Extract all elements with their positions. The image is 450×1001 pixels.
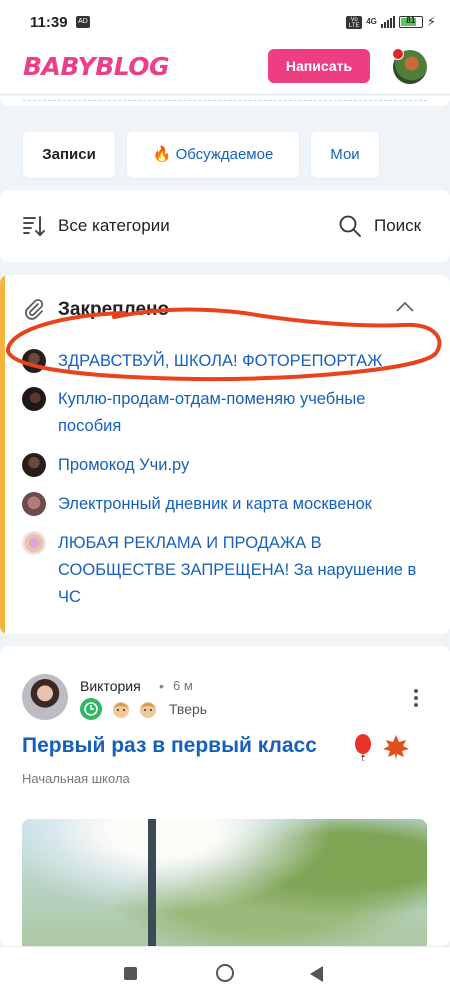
all-categories-button[interactable]: Все категории: [58, 216, 170, 236]
paperclip-icon: [25, 299, 44, 320]
volte-icon: Vo LTE: [346, 15, 363, 29]
more-options-icon[interactable]: [408, 686, 424, 710]
pinned-item-link[interactable]: Электронный дневник и карта москвенок: [58, 491, 432, 518]
child-badge-icon: [113, 702, 129, 718]
pinned-item-link[interactable]: Промокод Учи.ру: [58, 452, 432, 479]
author-name[interactable]: Виктория: [80, 678, 141, 694]
charging-icon: ⚡: [426, 14, 436, 29]
home-icon[interactable]: [216, 964, 234, 982]
post-image[interactable]: [22, 819, 427, 946]
author-city: Тверь: [169, 701, 208, 717]
tab-mine[interactable]: Мои: [311, 132, 379, 178]
clock-badge-icon: [80, 698, 102, 720]
signal-icon: [380, 16, 395, 28]
avatar: [22, 387, 46, 411]
write-button[interactable]: Написать: [268, 49, 370, 83]
recent-apps-icon[interactable]: [124, 967, 137, 980]
status-icons: Vo LTE 4G 81 ⚡: [346, 14, 436, 30]
pinned-title: Закреплено: [58, 299, 170, 320]
sort-icon[interactable]: [22, 214, 46, 238]
separator: •: [159, 678, 164, 694]
balloon-maple-leaf-icon: [355, 734, 409, 761]
post-card: Виктория • 6 м Тверь Первый раз в первый…: [0, 646, 450, 946]
filter-bar: Все категории Поиск: [0, 190, 450, 262]
search-icon[interactable]: [338, 214, 362, 238]
search-button[interactable]: Поиск: [374, 216, 421, 236]
post-category[interactable]: Начальная школа: [22, 771, 130, 786]
status-bar: 11:39 AD Vo LTE 4G 81 ⚡: [0, 0, 450, 46]
pinned-section: Закреплено ЗДРАВСТВУЙ, ШКОЛА! ФОТОРЕПОРТ…: [0, 275, 450, 634]
status-time: 11:39: [30, 14, 68, 31]
avatar: [22, 492, 46, 516]
pinned-item-link[interactable]: ЗДРАВСТВУЙ, ШКОЛА! ФОТОРЕПОРТАЖ: [58, 348, 432, 375]
avatar: [22, 453, 46, 477]
divider: [23, 100, 427, 101]
notification-icon: AD: [76, 16, 90, 28]
network-type: 4G: [366, 17, 377, 26]
author-avatar[interactable]: [22, 674, 68, 720]
fire-icon: 🔥: [152, 146, 172, 163]
post-title[interactable]: Первый раз в первый класс: [22, 734, 317, 758]
battery-level: 81: [406, 16, 416, 25]
pinned-item-link[interactable]: ЛЮБАЯ РЕКЛАМА И ПРОДАЖА В СООБЩЕСТВЕ ЗАП…: [58, 530, 432, 611]
top-strip: [0, 96, 450, 106]
notification-dot: [392, 48, 404, 60]
lamp-post: [148, 819, 156, 946]
post-time: 6 м: [173, 678, 193, 693]
avatar: [22, 349, 46, 373]
pinned-accent-bar: [0, 275, 5, 634]
pinned-item-link[interactable]: Куплю-продам-отдам-поменяю учебные пособ…: [58, 386, 432, 440]
tab-discussed-label: Обсуждаемое: [175, 146, 274, 163]
app-header: BABYBLOG Написать: [0, 46, 450, 95]
logo[interactable]: BABYBLOG: [23, 52, 170, 81]
back-icon[interactable]: [310, 966, 323, 982]
child-badge-icon: [140, 702, 156, 718]
chevron-up-icon[interactable]: [394, 299, 416, 315]
tab-records[interactable]: Записи: [23, 132, 115, 178]
battery-icon: 81: [398, 16, 423, 28]
system-nav-bar: [0, 946, 450, 1001]
tab-discussed[interactable]: 🔥 Обсуждаемое: [127, 132, 299, 178]
avatar: [22, 531, 46, 555]
